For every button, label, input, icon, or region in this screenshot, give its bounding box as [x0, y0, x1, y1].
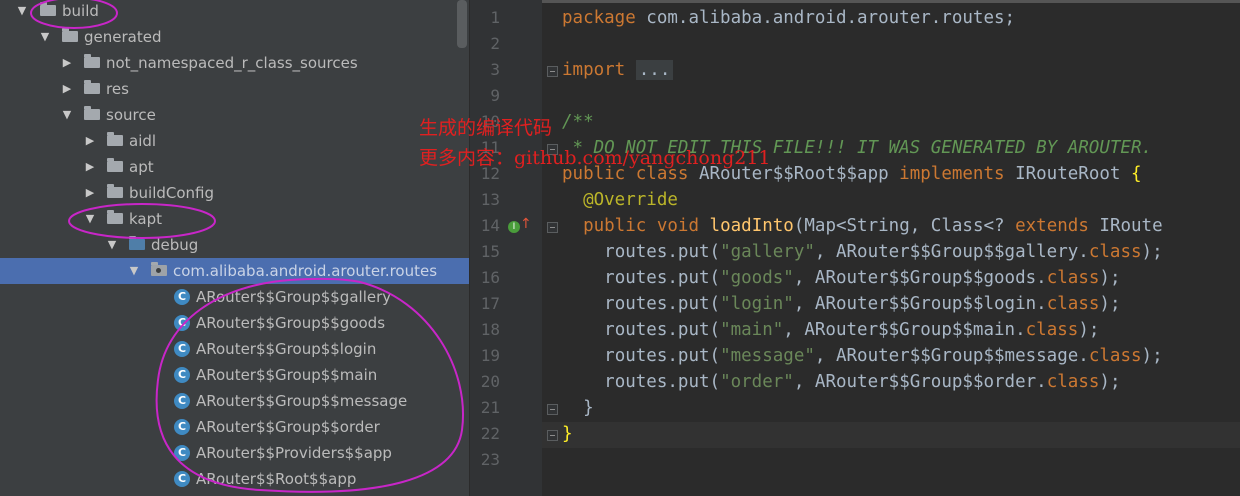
annotation-circle: [68, 203, 216, 239]
hand-drawn-annotations: [30, 0, 464, 493]
annotation-circle: [155, 277, 464, 493]
annotation-circle: [30, 0, 118, 29]
